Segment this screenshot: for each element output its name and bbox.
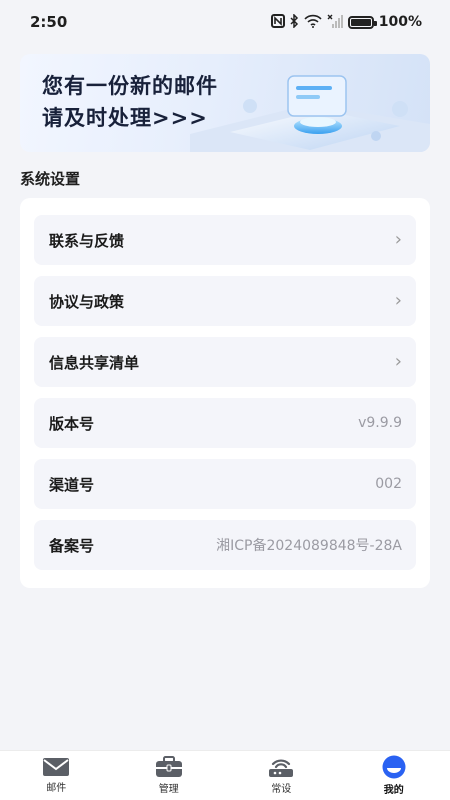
mail-notice-banner[interactable]: 您有一份新的邮件 请及时处理>>> <box>20 54 430 152</box>
icp-record-value: 湘ICP备2024089848号-28A <box>216 538 402 554</box>
section-title: 系统设置 <box>20 170 81 188</box>
wifi-icon <box>304 14 322 31</box>
row-label: 渠道号 <box>49 475 95 494</box>
row-label: 版本号 <box>49 414 95 433</box>
mail-icon <box>43 758 70 776</box>
tab-mine[interactable]: 我的 <box>338 751 450 800</box>
channel-value: 002 <box>375 476 402 492</box>
tab-label: 我的 <box>383 785 404 796</box>
settings-row-icp-record: 备案号 湘ICP备2024089848号-28A <box>34 520 416 570</box>
chevron-right-icon: › <box>394 229 402 250</box>
status-time: 2:50 <box>30 13 68 31</box>
mail-illustration-icon <box>190 75 430 152</box>
row-label: 联系与反馈 <box>49 231 125 250</box>
status-bar: 2:50 100% <box>0 0 450 44</box>
row-label: 协议与政策 <box>49 292 125 311</box>
battery-level: 100% <box>378 14 422 30</box>
settings-row-info-sharing-list[interactable]: 信息共享清单 › <box>34 337 416 387</box>
chevron-right-icon: › <box>394 351 402 372</box>
tab-label: 管理 <box>158 784 179 795</box>
bluetooth-icon <box>290 12 299 31</box>
row-label: 备案号 <box>49 536 95 555</box>
status-icons: 100% <box>270 12 422 31</box>
briefcase-icon <box>155 756 182 777</box>
row-label: 信息共享清单 <box>49 353 140 372</box>
battery-icon <box>347 15 377 29</box>
profile-icon <box>382 755 406 779</box>
version-value: v9.9.9 <box>358 415 402 431</box>
router-icon <box>269 759 294 777</box>
settings-row-version: 版本号 v9.9.9 <box>34 398 416 448</box>
settings-row-agreements-policies[interactable]: 协议与政策 › <box>34 276 416 326</box>
bottom-tab-bar: 邮件 管理 常设 我的 <box>0 750 450 800</box>
tab-label: 常设 <box>271 784 292 795</box>
signal-icon <box>327 14 343 31</box>
tab-mail[interactable]: 邮件 <box>0 751 113 800</box>
settings-row-contact-feedback[interactable]: 联系与反馈 › <box>34 215 416 265</box>
settings-row-channel: 渠道号 002 <box>34 459 416 509</box>
tab-label: 邮件 <box>46 783 67 794</box>
tab-common-settings[interactable]: 常设 <box>225 751 338 800</box>
settings-card: 联系与反馈 › 协议与政策 › 信息共享清单 › 版本号 v9.9.9 渠道号 … <box>20 198 430 588</box>
chevron-right-icon: › <box>394 290 402 311</box>
tab-manage[interactable]: 管理 <box>113 751 226 800</box>
nfc-icon <box>270 13 285 31</box>
